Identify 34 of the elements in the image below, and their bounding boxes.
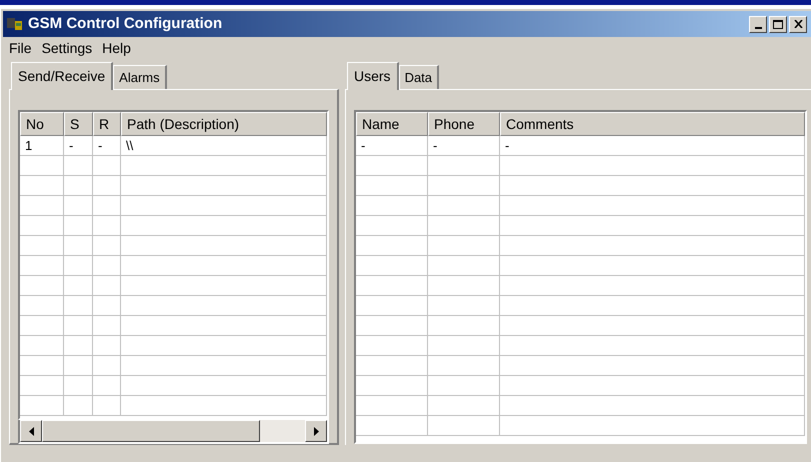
- minimize-button[interactable]: [749, 16, 767, 32]
- scroll-thumb[interactable]: [42, 420, 260, 442]
- scroll-left-button[interactable]: [20, 420, 42, 442]
- maximize-button[interactable]: [769, 16, 787, 32]
- column-header[interactable]: R: [93, 112, 121, 136]
- right-arrow-icon: [314, 426, 318, 436]
- table-cell-text: 1: [24, 136, 34, 155]
- left-arrow-icon: [28, 426, 34, 436]
- close-button[interactable]: [789, 16, 807, 32]
- table-cell-text: -: [504, 136, 510, 155]
- table-cell-text: \\: [125, 136, 134, 155]
- column-header[interactable]: S: [64, 112, 93, 136]
- tab[interactable]: Send/Receive: [11, 62, 114, 90]
- column-header[interactable]: Phone: [428, 112, 500, 136]
- table-cell-text: -: [432, 136, 438, 155]
- tab[interactable]: Users: [347, 62, 399, 90]
- column-header[interactable]: Comments: [500, 112, 805, 136]
- table-cell-text: -: [68, 136, 74, 155]
- menu-item[interactable]: File: [5, 38, 36, 58]
- menu-item[interactable]: Settings: [38, 38, 96, 58]
- close-icon: [794, 20, 802, 28]
- tab[interactable]: Alarms: [113, 65, 167, 89]
- table-cell-text: -: [360, 136, 366, 155]
- column-header[interactable]: Name: [356, 112, 428, 136]
- menu-item[interactable]: Help: [98, 38, 135, 58]
- column-header[interactable]: No: [20, 112, 64, 136]
- minimize-icon: [754, 26, 762, 28]
- window-title: GSM Control Configuration: [28, 14, 222, 34]
- app-icon: [6, 16, 24, 32]
- table-cell-text: -: [97, 136, 104, 155]
- maximize-icon: [773, 20, 783, 28]
- tab[interactable]: Data: [398, 65, 440, 89]
- column-header[interactable]: Path (Description): [121, 112, 327, 136]
- scroll-right-button[interactable]: [305, 420, 327, 442]
